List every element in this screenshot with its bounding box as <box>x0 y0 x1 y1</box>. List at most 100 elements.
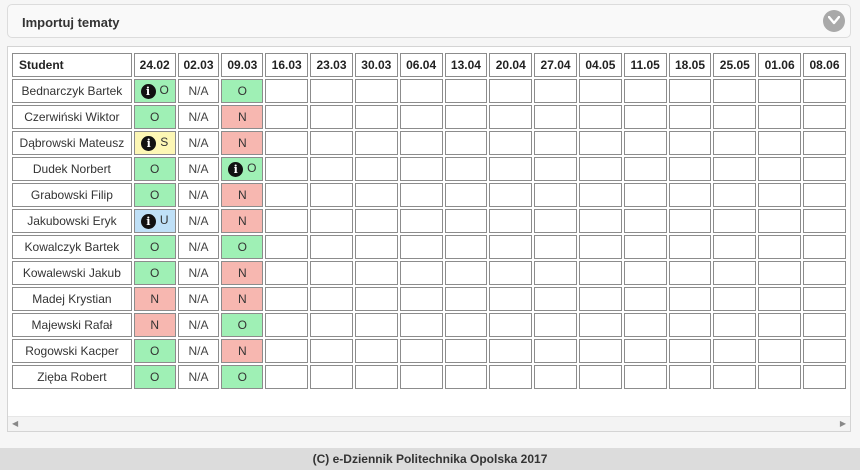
attendance-cell-empty[interactable] <box>803 183 846 207</box>
attendance-cell-empty[interactable] <box>803 339 846 363</box>
attendance-cell-empty[interactable] <box>489 235 533 259</box>
attendance-cell-empty[interactable] <box>803 261 846 285</box>
attendance-cell-empty[interactable] <box>578 339 622 363</box>
attendance-cell-empty[interactable] <box>578 261 622 285</box>
attendance-cell-empty[interactable] <box>623 261 667 285</box>
attendance-cell-empty[interactable] <box>623 209 667 233</box>
attendance-cell-empty[interactable] <box>534 209 577 233</box>
attendance-cell-empty[interactable] <box>803 287 846 311</box>
attendance-cell-empty[interactable] <box>399 79 443 103</box>
attendance-cell-empty[interactable] <box>713 339 757 363</box>
attendance-cell-empty[interactable] <box>713 313 757 337</box>
attendance-cell[interactable]: N <box>221 287 264 311</box>
attendance-cell-empty[interactable] <box>444 183 488 207</box>
attendance-cell[interactable]: O <box>133 183 176 207</box>
attendance-cell-empty[interactable] <box>265 105 309 129</box>
attendance-cell-empty[interactable] <box>354 157 398 181</box>
attendance-cell-empty[interactable] <box>713 365 757 389</box>
attendance-cell-empty[interactable] <box>803 313 846 337</box>
attendance-cell-empty[interactable] <box>578 313 622 337</box>
attendance-cell-na[interactable]: N/A <box>177 235 220 259</box>
attendance-cell-empty[interactable] <box>399 209 443 233</box>
attendance-cell[interactable]: N <box>221 131 264 155</box>
attendance-cell-empty[interactable] <box>803 157 846 181</box>
attendance-cell-empty[interactable] <box>758 79 802 103</box>
attendance-cell[interactable]: O <box>133 261 176 285</box>
attendance-cell[interactable]: O <box>133 339 176 363</box>
attendance-cell-empty[interactable] <box>310 157 353 181</box>
attendance-cell-empty[interactable] <box>534 235 577 259</box>
attendance-cell-empty[interactable] <box>803 365 846 389</box>
attendance-cell-empty[interactable] <box>354 365 398 389</box>
attendance-cell-empty[interactable] <box>668 365 712 389</box>
attendance-cell-empty[interactable] <box>668 157 712 181</box>
attendance-cell-empty[interactable] <box>623 131 667 155</box>
attendance-cell[interactable]: iU <box>133 209 176 233</box>
attendance-cell-empty[interactable] <box>310 131 353 155</box>
attendance-cell-empty[interactable] <box>489 261 533 285</box>
attendance-cell-na[interactable]: N/A <box>177 365 220 389</box>
attendance-cell-na[interactable]: N/A <box>177 209 220 233</box>
attendance-cell[interactable]: N <box>221 209 264 233</box>
attendance-cell-empty[interactable] <box>803 105 846 129</box>
attendance-cell-empty[interactable] <box>444 157 488 181</box>
attendance-cell-empty[interactable] <box>713 261 757 285</box>
attendance-cell-empty[interactable] <box>489 131 533 155</box>
attendance-cell[interactable]: O <box>221 79 264 103</box>
attendance-cell-empty[interactable] <box>534 261 577 285</box>
attendance-cell[interactable]: N <box>221 105 264 129</box>
attendance-cell[interactable]: iS <box>133 131 176 155</box>
attendance-cell-empty[interactable] <box>713 157 757 181</box>
attendance-cell-empty[interactable] <box>578 131 622 155</box>
attendance-cell[interactable]: O <box>133 235 176 259</box>
attendance-cell[interactable]: N <box>221 339 264 363</box>
attendance-cell-empty[interactable] <box>758 313 802 337</box>
attendance-cell[interactable]: iO <box>133 79 176 103</box>
attendance-cell-empty[interactable] <box>310 313 353 337</box>
attendance-cell-empty[interactable] <box>713 131 757 155</box>
attendance-cell-empty[interactable] <box>444 105 488 129</box>
attendance-cell-empty[interactable] <box>444 313 488 337</box>
attendance-cell-empty[interactable] <box>758 157 802 181</box>
info-icon[interactable]: i <box>228 161 244 177</box>
attendance-cell[interactable]: O <box>221 365 264 389</box>
attendance-cell-empty[interactable] <box>399 313 443 337</box>
attendance-cell-empty[interactable] <box>623 79 667 103</box>
attendance-cell[interactable]: O <box>133 105 176 129</box>
attendance-cell-empty[interactable] <box>534 365 577 389</box>
attendance-cell-na[interactable]: N/A <box>177 183 220 207</box>
attendance-cell-empty[interactable] <box>578 79 622 103</box>
attendance-cell-empty[interactable] <box>623 235 667 259</box>
attendance-cell-na[interactable]: N/A <box>177 339 220 363</box>
attendance-cell-empty[interactable] <box>534 131 577 155</box>
attendance-cell-empty[interactable] <box>668 183 712 207</box>
attendance-cell-empty[interactable] <box>578 157 622 181</box>
horizontal-scrollbar[interactable]: ◀ ▶ <box>8 416 850 431</box>
attendance-cell-empty[interactable] <box>623 287 667 311</box>
attendance-cell-empty[interactable] <box>354 339 398 363</box>
attendance-cell-empty[interactable] <box>265 365 309 389</box>
info-icon[interactable]: i <box>140 213 156 229</box>
attendance-cell-empty[interactable] <box>578 209 622 233</box>
attendance-cell-empty[interactable] <box>713 183 757 207</box>
attendance-cell-empty[interactable] <box>489 183 533 207</box>
attendance-cell-empty[interactable] <box>444 131 488 155</box>
attendance-cell-na[interactable]: N/A <box>177 157 220 181</box>
attendance-cell-empty[interactable] <box>265 209 309 233</box>
attendance-cell-empty[interactable] <box>444 79 488 103</box>
attendance-cell-empty[interactable] <box>668 313 712 337</box>
attendance-cell-empty[interactable] <box>758 183 802 207</box>
attendance-cell-na[interactable]: N/A <box>177 79 220 103</box>
attendance-cell-empty[interactable] <box>713 79 757 103</box>
attendance-cell-empty[interactable] <box>668 105 712 129</box>
attendance-grid-viewport[interactable]: Student 24.02 02.03 09.03 16.03 23.03 30.03 06.… <box>10 51 848 415</box>
attendance-cell-empty[interactable] <box>489 339 533 363</box>
attendance-cell-empty[interactable] <box>758 235 802 259</box>
attendance-cell-empty[interactable] <box>578 365 622 389</box>
attendance-cell-empty[interactable] <box>354 261 398 285</box>
attendance-cell-empty[interactable] <box>803 209 846 233</box>
attendance-cell-empty[interactable] <box>803 79 846 103</box>
attendance-cell-empty[interactable] <box>310 365 353 389</box>
attendance-cell[interactable]: N <box>133 313 176 337</box>
attendance-cell-empty[interactable] <box>758 339 802 363</box>
